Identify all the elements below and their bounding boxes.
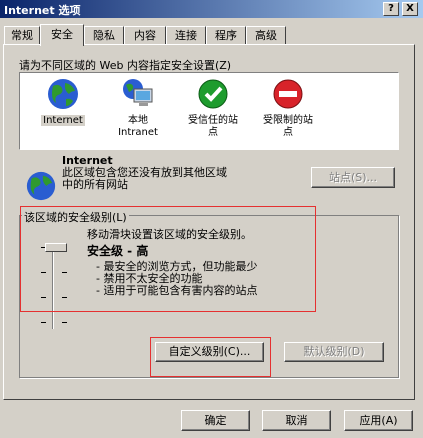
zone-local-intranet[interactable]: 本地 Intranet [103, 77, 173, 139]
zone-list: Internet 本地 Intranet 受信任的站 点 受限制的站 点 [19, 72, 399, 150]
globe-icon [26, 171, 56, 201]
tab-connections[interactable]: 连接 [166, 26, 206, 45]
zone-label-intranet: 本地 Intranet [118, 115, 158, 138]
window-title: Internet 选项 [4, 4, 81, 17]
default-level-button[interactable]: 默认级别(D) [284, 342, 384, 362]
red-no-entry-icon [273, 79, 303, 109]
tab-programs[interactable]: 程序 [206, 26, 246, 45]
sites-button[interactable]: 站点(S)... [311, 167, 395, 188]
zones-prompt: 请为不同区域的 Web 内容指定安全设置(Z) [19, 59, 232, 72]
tab-content[interactable]: 内容 [124, 26, 166, 45]
tab-strip: 常规 安全 隐私 内容 连接 程序 高级 [0, 24, 423, 46]
zone-label-restricted: 受限制的站 点 [263, 115, 313, 138]
zone-info-description: 此区域包含您还没有放到其他区域 中的所有网站 [62, 166, 227, 191]
apply-button[interactable]: 应用(A) [344, 410, 413, 431]
cancel-button[interactable]: 取消 [262, 410, 331, 431]
zone-trusted-sites[interactable]: 受信任的站 点 [178, 77, 248, 139]
help-button[interactable]: ? [383, 2, 399, 16]
highlight-box [20, 206, 316, 312]
close-button[interactable]: X [402, 2, 418, 16]
zone-internet[interactable]: Internet [28, 77, 98, 127]
zone-label-internet: Internet [41, 115, 85, 126]
computer-globe-icon [123, 79, 153, 106]
tab-privacy[interactable]: 隐私 [84, 26, 124, 45]
ok-button[interactable]: 确定 [181, 410, 250, 431]
title-bar: Internet 选项 ? X [0, 0, 423, 18]
zone-label-trusted: 受信任的站 点 [188, 115, 238, 138]
green-check-icon [198, 79, 228, 109]
tab-general[interactable]: 常规 [4, 26, 40, 45]
tab-security[interactable]: 安全 [40, 24, 84, 46]
globe-icon [48, 79, 78, 109]
zone-restricted-sites[interactable]: 受限制的站 点 [253, 77, 323, 139]
highlight-box [150, 337, 271, 377]
tab-advanced[interactable]: 高级 [246, 26, 286, 45]
